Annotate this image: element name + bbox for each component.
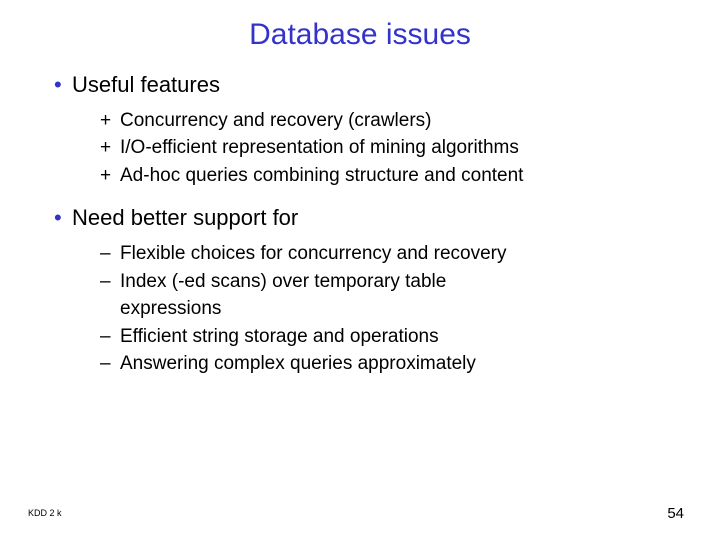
item-text: I/O-efficient representation of mining a…	[120, 137, 519, 158]
list-item: –Index (-ed scans) over temporary table	[100, 268, 680, 296]
heading-text: Need better support for	[72, 205, 298, 230]
plus-icon: +	[100, 162, 120, 190]
item-text: Ad-hoc queries combining structure and c…	[120, 165, 523, 186]
item-text: Index (-ed scans) over temporary table	[120, 271, 446, 292]
plus-icon: +	[100, 134, 120, 162]
bullet-icon: •	[54, 203, 72, 234]
item-text: Answering complex queries approximately	[120, 353, 476, 374]
section-heading-2: •Need better support for	[54, 203, 680, 234]
list-item: –Efficient string storage and operations	[100, 323, 680, 351]
plus-icon: +	[100, 107, 120, 135]
heading-text: Useful features	[72, 72, 220, 97]
footer-label: KDD 2 k	[28, 508, 62, 518]
dash-icon: –	[100, 240, 120, 268]
list-item-continuation: expressions	[100, 295, 680, 323]
item-text: Efficient string storage and operations	[120, 326, 439, 347]
page-number: 54	[667, 505, 684, 522]
list-item: –Flexible choices for concurrency and re…	[100, 240, 680, 268]
list-item: +Ad-hoc queries combining structure and …	[100, 162, 680, 190]
slide-title: Database issues	[40, 18, 680, 52]
item-text: Concurrency and recovery (crawlers)	[120, 110, 432, 131]
item-text: Flexible choices for concurrency and rec…	[120, 243, 507, 264]
section-2-items: –Flexible choices for concurrency and re…	[100, 240, 680, 378]
dash-icon: –	[100, 323, 120, 351]
section-1-items: +Concurrency and recovery (crawlers) +I/…	[100, 107, 680, 190]
dash-icon: –	[100, 350, 120, 378]
list-item: –Answering complex queries approximately	[100, 350, 680, 378]
list-item: +Concurrency and recovery (crawlers)	[100, 107, 680, 135]
slide: Database issues •Useful features +Concur…	[0, 0, 720, 540]
dash-icon: –	[100, 268, 120, 296]
list-item: +I/O-efficient representation of mining …	[100, 134, 680, 162]
item-text-cont: expressions	[120, 298, 221, 319]
section-heading-1: •Useful features	[54, 70, 680, 101]
bullet-icon: •	[54, 70, 72, 101]
